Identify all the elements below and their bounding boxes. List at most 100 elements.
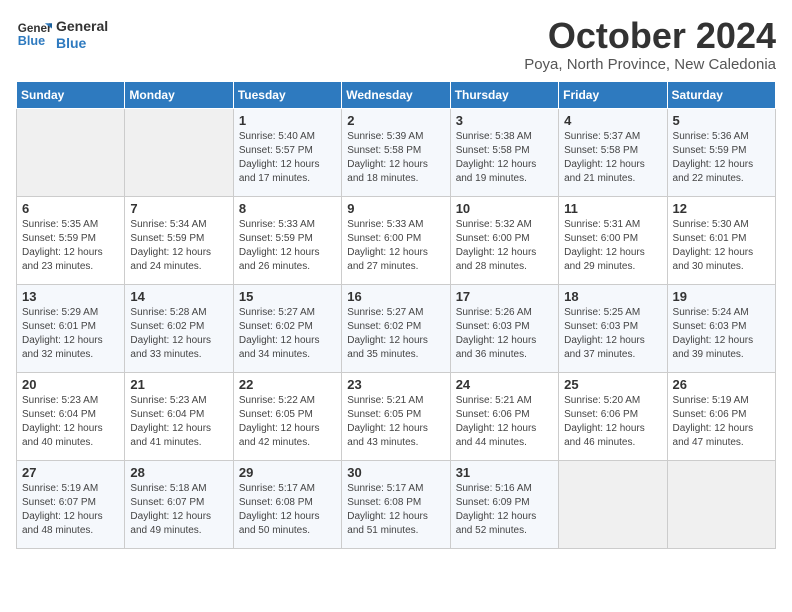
calendar-cell: 8Sunrise: 5:33 AMSunset: 5:59 PMDaylight… — [233, 196, 341, 284]
calendar-cell: 21 Sunrise: 5:23 AMSunset: 6:04 PMDayligh… — [125, 372, 233, 460]
logo-line2: Blue — [56, 35, 108, 52]
calendar-cell: 30 Sunrise: 5:17 AMSunset: 6:08 PMDayligh… — [342, 460, 450, 548]
calendar-cell: 31 Sunrise: 5:16 AMSunset: 6:09 PMDayligh… — [450, 460, 558, 548]
calendar-header-row: SundayMondayTuesdayWednesdayThursdayFrid… — [17, 81, 776, 108]
day-number: 27 — [22, 465, 119, 480]
day-number: 3 — [456, 113, 553, 128]
day-number: 15 — [239, 289, 336, 304]
day-number: 6 — [22, 201, 119, 216]
day-number: 21 — [130, 377, 227, 392]
day-header-thursday: Thursday — [450, 81, 558, 108]
calendar-cell: 19 Sunrise: 5:24 AMSunset: 6:03 PMDayligh… — [667, 284, 775, 372]
calendar-cell: 26Sunrise: 5:19 AMSunset: 6:06 PMDayligh… — [667, 372, 775, 460]
day-number: 5 — [673, 113, 770, 128]
calendar-cell: 5 Sunrise: 5:36 AMSunset: 5:59 PMDaylight… — [667, 108, 775, 196]
calendar-cell: 20 Sunrise: 5:23 AMSunset: 6:04 PMDayligh… — [17, 372, 125, 460]
day-number: 7 — [130, 201, 227, 216]
calendar-cell: 12Sunrise: 5:30 AMSunset: 6:01 PMDayligh… — [667, 196, 775, 284]
day-number: 13 — [22, 289, 119, 304]
calendar-cell: 7 Sunrise: 5:34 AMSunset: 5:59 PMDaylight… — [125, 196, 233, 284]
day-number: 31 — [456, 465, 553, 480]
cell-info: Sunrise: 5:23 AMSunset: 6:04 PMDaylight:… — [22, 394, 119, 450]
cell-info: Sunrise: 5:24 AMSunset: 6:03 PMDaylight:… — [673, 306, 770, 362]
logo-line1: General — [56, 18, 108, 35]
day-number: 25 — [564, 377, 661, 392]
calendar-cell: 24 Sunrise: 5:21 AMSunset: 6:06 PMDayligh… — [450, 372, 558, 460]
calendar-body: 1Sunrise: 5:40 AMSunset: 5:57 PMDaylight… — [17, 108, 776, 548]
cell-info: Sunrise: 5:23 AMSunset: 6:04 PMDaylight:… — [130, 394, 227, 450]
day-number: 11 — [564, 201, 661, 216]
cell-info: Sunrise: 5:21 AMSunset: 6:05 PMDaylight:… — [347, 394, 444, 450]
cell-info: Sunrise: 5:16 AMSunset: 6:09 PMDaylight:… — [456, 482, 553, 538]
week-row-3: 13 Sunrise: 5:29 AMSunset: 6:01 PMDayligh… — [17, 284, 776, 372]
calendar-cell: 11 Sunrise: 5:31 AMSunset: 6:00 PMDayligh… — [559, 196, 667, 284]
week-row-5: 27Sunrise: 5:19 AMSunset: 6:07 PMDayligh… — [17, 460, 776, 548]
day-number: 19 — [673, 289, 770, 304]
week-row-4: 20 Sunrise: 5:23 AMSunset: 6:04 PMDayligh… — [17, 372, 776, 460]
calendar-cell — [17, 108, 125, 196]
cell-info: Sunrise: 5:39 AMSunset: 5:58 PMDaylight:… — [347, 130, 444, 186]
calendar-cell: 16Sunrise: 5:27 AMSunset: 6:02 PMDayligh… — [342, 284, 450, 372]
day-number: 24 — [456, 377, 553, 392]
cell-info: Sunrise: 5:34 AMSunset: 5:59 PMDaylight:… — [130, 218, 227, 274]
cell-info: Sunrise: 5:33 AMSunset: 6:00 PMDaylight:… — [347, 218, 444, 274]
logo-icon: General Blue — [16, 16, 52, 52]
week-row-2: 6 Sunrise: 5:35 AMSunset: 5:59 PMDaylight… — [17, 196, 776, 284]
calendar-cell: 14Sunrise: 5:28 AMSunset: 6:02 PMDayligh… — [125, 284, 233, 372]
calendar-cell: 15Sunrise: 5:27 AMSunset: 6:02 PMDayligh… — [233, 284, 341, 372]
calendar-cell: 27Sunrise: 5:19 AMSunset: 6:07 PMDayligh… — [17, 460, 125, 548]
cell-info: Sunrise: 5:36 AMSunset: 5:59 PMDaylight:… — [673, 130, 770, 186]
calendar-cell: 9 Sunrise: 5:33 AMSunset: 6:00 PMDaylight… — [342, 196, 450, 284]
calendar-cell — [125, 108, 233, 196]
calendar-cell: 2Sunrise: 5:39 AMSunset: 5:58 PMDaylight… — [342, 108, 450, 196]
day-number: 17 — [456, 289, 553, 304]
calendar-cell: 3 Sunrise: 5:38 AMSunset: 5:58 PMDaylight… — [450, 108, 558, 196]
day-number: 1 — [239, 113, 336, 128]
day-number: 18 — [564, 289, 661, 304]
day-number: 20 — [22, 377, 119, 392]
calendar-cell: 4 Sunrise: 5:37 AMSunset: 5:58 PMDaylight… — [559, 108, 667, 196]
cell-info: Sunrise: 5:18 AMSunset: 6:07 PMDaylight:… — [130, 482, 227, 538]
day-number: 10 — [456, 201, 553, 216]
cell-info: Sunrise: 5:33 AMSunset: 5:59 PMDaylight:… — [239, 218, 336, 274]
day-number: 23 — [347, 377, 444, 392]
day-number: 4 — [564, 113, 661, 128]
calendar-table: SundayMondayTuesdayWednesdayThursdayFrid… — [16, 81, 776, 549]
day-header-wednesday: Wednesday — [342, 81, 450, 108]
cell-info: Sunrise: 5:28 AMSunset: 6:02 PMDaylight:… — [130, 306, 227, 362]
cell-info: Sunrise: 5:30 AMSunset: 6:01 PMDaylight:… — [673, 218, 770, 274]
day-number: 29 — [239, 465, 336, 480]
calendar-cell: 23 Sunrise: 5:21 AMSunset: 6:05 PMDayligh… — [342, 372, 450, 460]
svg-text:Blue: Blue — [18, 34, 45, 48]
calendar-cell — [667, 460, 775, 548]
logo: General Blue General Blue — [16, 16, 108, 52]
cell-info: Sunrise: 5:37 AMSunset: 5:58 PMDaylight:… — [564, 130, 661, 186]
calendar-cell: 17 Sunrise: 5:26 AMSunset: 6:03 PMDayligh… — [450, 284, 558, 372]
cell-info: Sunrise: 5:19 AMSunset: 6:06 PMDaylight:… — [673, 394, 770, 450]
day-number: 30 — [347, 465, 444, 480]
calendar-cell: 28Sunrise: 5:18 AMSunset: 6:07 PMDayligh… — [125, 460, 233, 548]
cell-info: Sunrise: 5:17 AMSunset: 6:08 PMDaylight:… — [347, 482, 444, 538]
cell-info: Sunrise: 5:38 AMSunset: 5:58 PMDaylight:… — [456, 130, 553, 186]
day-header-tuesday: Tuesday — [233, 81, 341, 108]
cell-info: Sunrise: 5:25 AMSunset: 6:03 PMDaylight:… — [564, 306, 661, 362]
calendar-cell: 29 Sunrise: 5:17 AMSunset: 6:08 PMDayligh… — [233, 460, 341, 548]
day-number: 22 — [239, 377, 336, 392]
cell-info: Sunrise: 5:29 AMSunset: 6:01 PMDaylight:… — [22, 306, 119, 362]
cell-info: Sunrise: 5:31 AMSunset: 6:00 PMDaylight:… — [564, 218, 661, 274]
cell-info: Sunrise: 5:32 AMSunset: 6:00 PMDaylight:… — [456, 218, 553, 274]
day-number: 9 — [347, 201, 444, 216]
calendar-cell: 1Sunrise: 5:40 AMSunset: 5:57 PMDaylight… — [233, 108, 341, 196]
cell-info: Sunrise: 5:35 AMSunset: 5:59 PMDaylight:… — [22, 218, 119, 274]
day-header-sunday: Sunday — [17, 81, 125, 108]
calendar-cell: 6 Sunrise: 5:35 AMSunset: 5:59 PMDaylight… — [17, 196, 125, 284]
calendar-cell: 13 Sunrise: 5:29 AMSunset: 6:01 PMDayligh… — [17, 284, 125, 372]
cell-info: Sunrise: 5:22 AMSunset: 6:05 PMDaylight:… — [239, 394, 336, 450]
day-header-monday: Monday — [125, 81, 233, 108]
calendar-cell: 18 Sunrise: 5:25 AMSunset: 6:03 PMDayligh… — [559, 284, 667, 372]
cell-info: Sunrise: 5:21 AMSunset: 6:06 PMDaylight:… — [456, 394, 553, 450]
location-subtitle: Poya, North Province, New Caledonia — [524, 56, 776, 73]
cell-info: Sunrise: 5:26 AMSunset: 6:03 PMDaylight:… — [456, 306, 553, 362]
cell-info: Sunrise: 5:17 AMSunset: 6:08 PMDaylight:… — [239, 482, 336, 538]
cell-info: Sunrise: 5:27 AMSunset: 6:02 PMDaylight:… — [347, 306, 444, 362]
